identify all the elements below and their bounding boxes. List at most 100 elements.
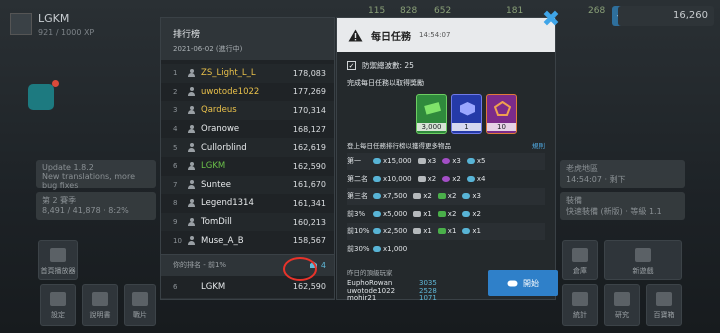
region-card[interactable]: 老虎地區 14:54:07 · 剩下 (560, 160, 685, 188)
tier-reward-value: x2 (447, 192, 457, 201)
tier-label: 第二名 (347, 174, 368, 183)
research-button[interactable]: 研究 (604, 284, 640, 326)
button-label: 設定 (51, 311, 65, 319)
reward-value: 10 (487, 123, 516, 131)
tier-reward: x3 (417, 157, 436, 165)
pur-icon (442, 158, 451, 165)
stats-button[interactable]: 統計 (562, 284, 598, 326)
tier-reward-value: x1 (472, 227, 482, 236)
tier-reward: x1,000 (373, 245, 407, 253)
rank-number: 10 (173, 236, 182, 245)
leaderboard-row[interactable]: 4 Oranowe 168,127 (161, 120, 334, 139)
player-name: ZS_Light_L_L (201, 68, 256, 79)
leaderboard-row[interactable]: 10 Muse_A_B 158,567 (161, 231, 334, 250)
tier-reward-value: x2 (447, 209, 457, 218)
leaderboard-row[interactable]: 1 ZS_Light_L_L 178,083 (161, 64, 334, 83)
leaderboard-row[interactable]: 9 TomDill 160,213 (161, 212, 334, 232)
tier-reward: x5 (466, 157, 485, 165)
tier-reward: x10,000 (373, 175, 412, 183)
manual-button[interactable]: 說明書 (82, 284, 118, 326)
equipment-card[interactable]: 裝備 快速裝備 (新版) · 等級 1.1 (560, 192, 685, 220)
rank-number: 4 (173, 125, 178, 134)
gun-icon (413, 210, 422, 217)
rules-link[interactable]: 規則 (532, 140, 545, 150)
tier-reward-value: x7,500 (383, 192, 408, 201)
tier-reward: x4 (466, 175, 485, 183)
resource-2: 828 (400, 6, 418, 16)
tier-row: 前3% x5,000 x1 x2 x2 (347, 206, 545, 223)
play-icon (635, 248, 651, 262)
player-score: 161,341 (292, 198, 326, 208)
button-label: 新遊戲 (632, 267, 654, 275)
leaderboard-row[interactable]: 6 LGKM 162,590 (161, 157, 334, 176)
close-icon[interactable]: ✖ (540, 9, 562, 32)
reward-label: 完成每日任務以取得獎勵 (347, 79, 424, 87)
button-label: 百寶箱 (653, 311, 675, 319)
tok-icon (466, 158, 475, 165)
leaderboard-row[interactable]: 2 uwotode1022 177,269 (161, 83, 334, 102)
leaderboard-list: 1 ZS_Light_L_L 178,083 2 uwotode1022 177,269 3… (161, 60, 334, 254)
stats-icon (572, 292, 588, 306)
map-icon (132, 292, 148, 306)
resource-3: 652 (434, 6, 452, 16)
checkbox-icon: ✓ (347, 60, 356, 70)
tools-icon (50, 292, 66, 306)
reward-value: 1 (452, 123, 481, 131)
previous-player-value: 1071 (419, 294, 437, 302)
game-logo-icon[interactable] (28, 84, 54, 110)
leaderboard-row[interactable]: 3 Qardeus 170,314 (161, 101, 334, 120)
leaderboard-row[interactable]: 7 Suntee 161,670 (161, 175, 334, 195)
chest-button[interactable]: 百寶箱 (646, 284, 682, 326)
player-score: 168,127 (292, 124, 326, 134)
notification-dot (52, 80, 59, 87)
tier-reward-value: x3 (452, 157, 461, 166)
map-button[interactable]: 戰片 (124, 284, 156, 326)
controller-icon (507, 280, 518, 286)
resource-5: 268 (588, 6, 606, 16)
new-game-button[interactable]: 新遊戲 (604, 240, 682, 280)
tok-icon (373, 228, 381, 235)
tier-reward: x2,500 (373, 227, 407, 235)
tier-reward-value: x2 (452, 174, 461, 183)
player-score: 160,213 (292, 217, 326, 227)
user-icon (187, 105, 196, 115)
tier-row: 第三名 x7,500 x2 x2 x3 (347, 188, 545, 205)
tok-icon (462, 193, 471, 200)
tier-row: 前10% x2,500 x1 x1 x1 (347, 223, 545, 240)
gun-icon (413, 193, 422, 200)
user-icon (187, 68, 196, 78)
leaderboard-row[interactable]: 8 Legend1314 161,341 (161, 194, 334, 213)
settings-button[interactable]: 設定 (40, 284, 76, 326)
xp-text: 921 / 1000 XP (38, 28, 95, 37)
tier-label: 前30% (347, 244, 370, 253)
grn-icon (437, 210, 446, 217)
tok-icon (373, 193, 381, 200)
season-card[interactable]: 第 2 賽季 8,491 / 41,878 · 8:2% (36, 192, 156, 220)
leaderboard-title: 排行榜 (173, 30, 201, 40)
reward-crate: 1 (451, 94, 482, 134)
resource-1: 115 (368, 6, 386, 16)
gun-icon (417, 175, 426, 182)
tier-reward: x2 (437, 209, 457, 218)
rank-number: 6 (173, 282, 178, 291)
grn-icon (437, 228, 446, 235)
card-subtitle: 8,491 / 41,878 · 8:2% (42, 206, 129, 215)
warehouse-button[interactable]: 倉庫 (562, 240, 598, 280)
daily-mission-header: 每日任務 14:54:07 (337, 18, 555, 52)
update-card[interactable]: Update 1.8.2 New translations, more bug … (36, 160, 156, 190)
tier-reward: x1 (437, 227, 456, 235)
home-player-button[interactable]: 首頁播放器 (38, 240, 78, 280)
leaderboard-row[interactable]: 5 Cullorblind 162,619 (161, 138, 334, 157)
start-label: 開始 (523, 278, 539, 288)
rank-number: 3 (173, 106, 178, 115)
avatar[interactable] (10, 13, 32, 35)
cash-display: 16,260 (618, 6, 714, 26)
tok-icon (373, 158, 381, 165)
tier-label: 第三名 (347, 192, 368, 201)
user-icon (187, 87, 196, 96)
leaderboard-panel: 排行榜 2021-06-02 (進行中) 1 ZS_Light_L_L 178,08… (160, 17, 335, 300)
button-label: 研究 (615, 311, 629, 319)
rank-number: 1 (173, 69, 178, 78)
start-button[interactable]: 開始 (488, 270, 558, 296)
tier-label: 前10% (347, 227, 370, 236)
